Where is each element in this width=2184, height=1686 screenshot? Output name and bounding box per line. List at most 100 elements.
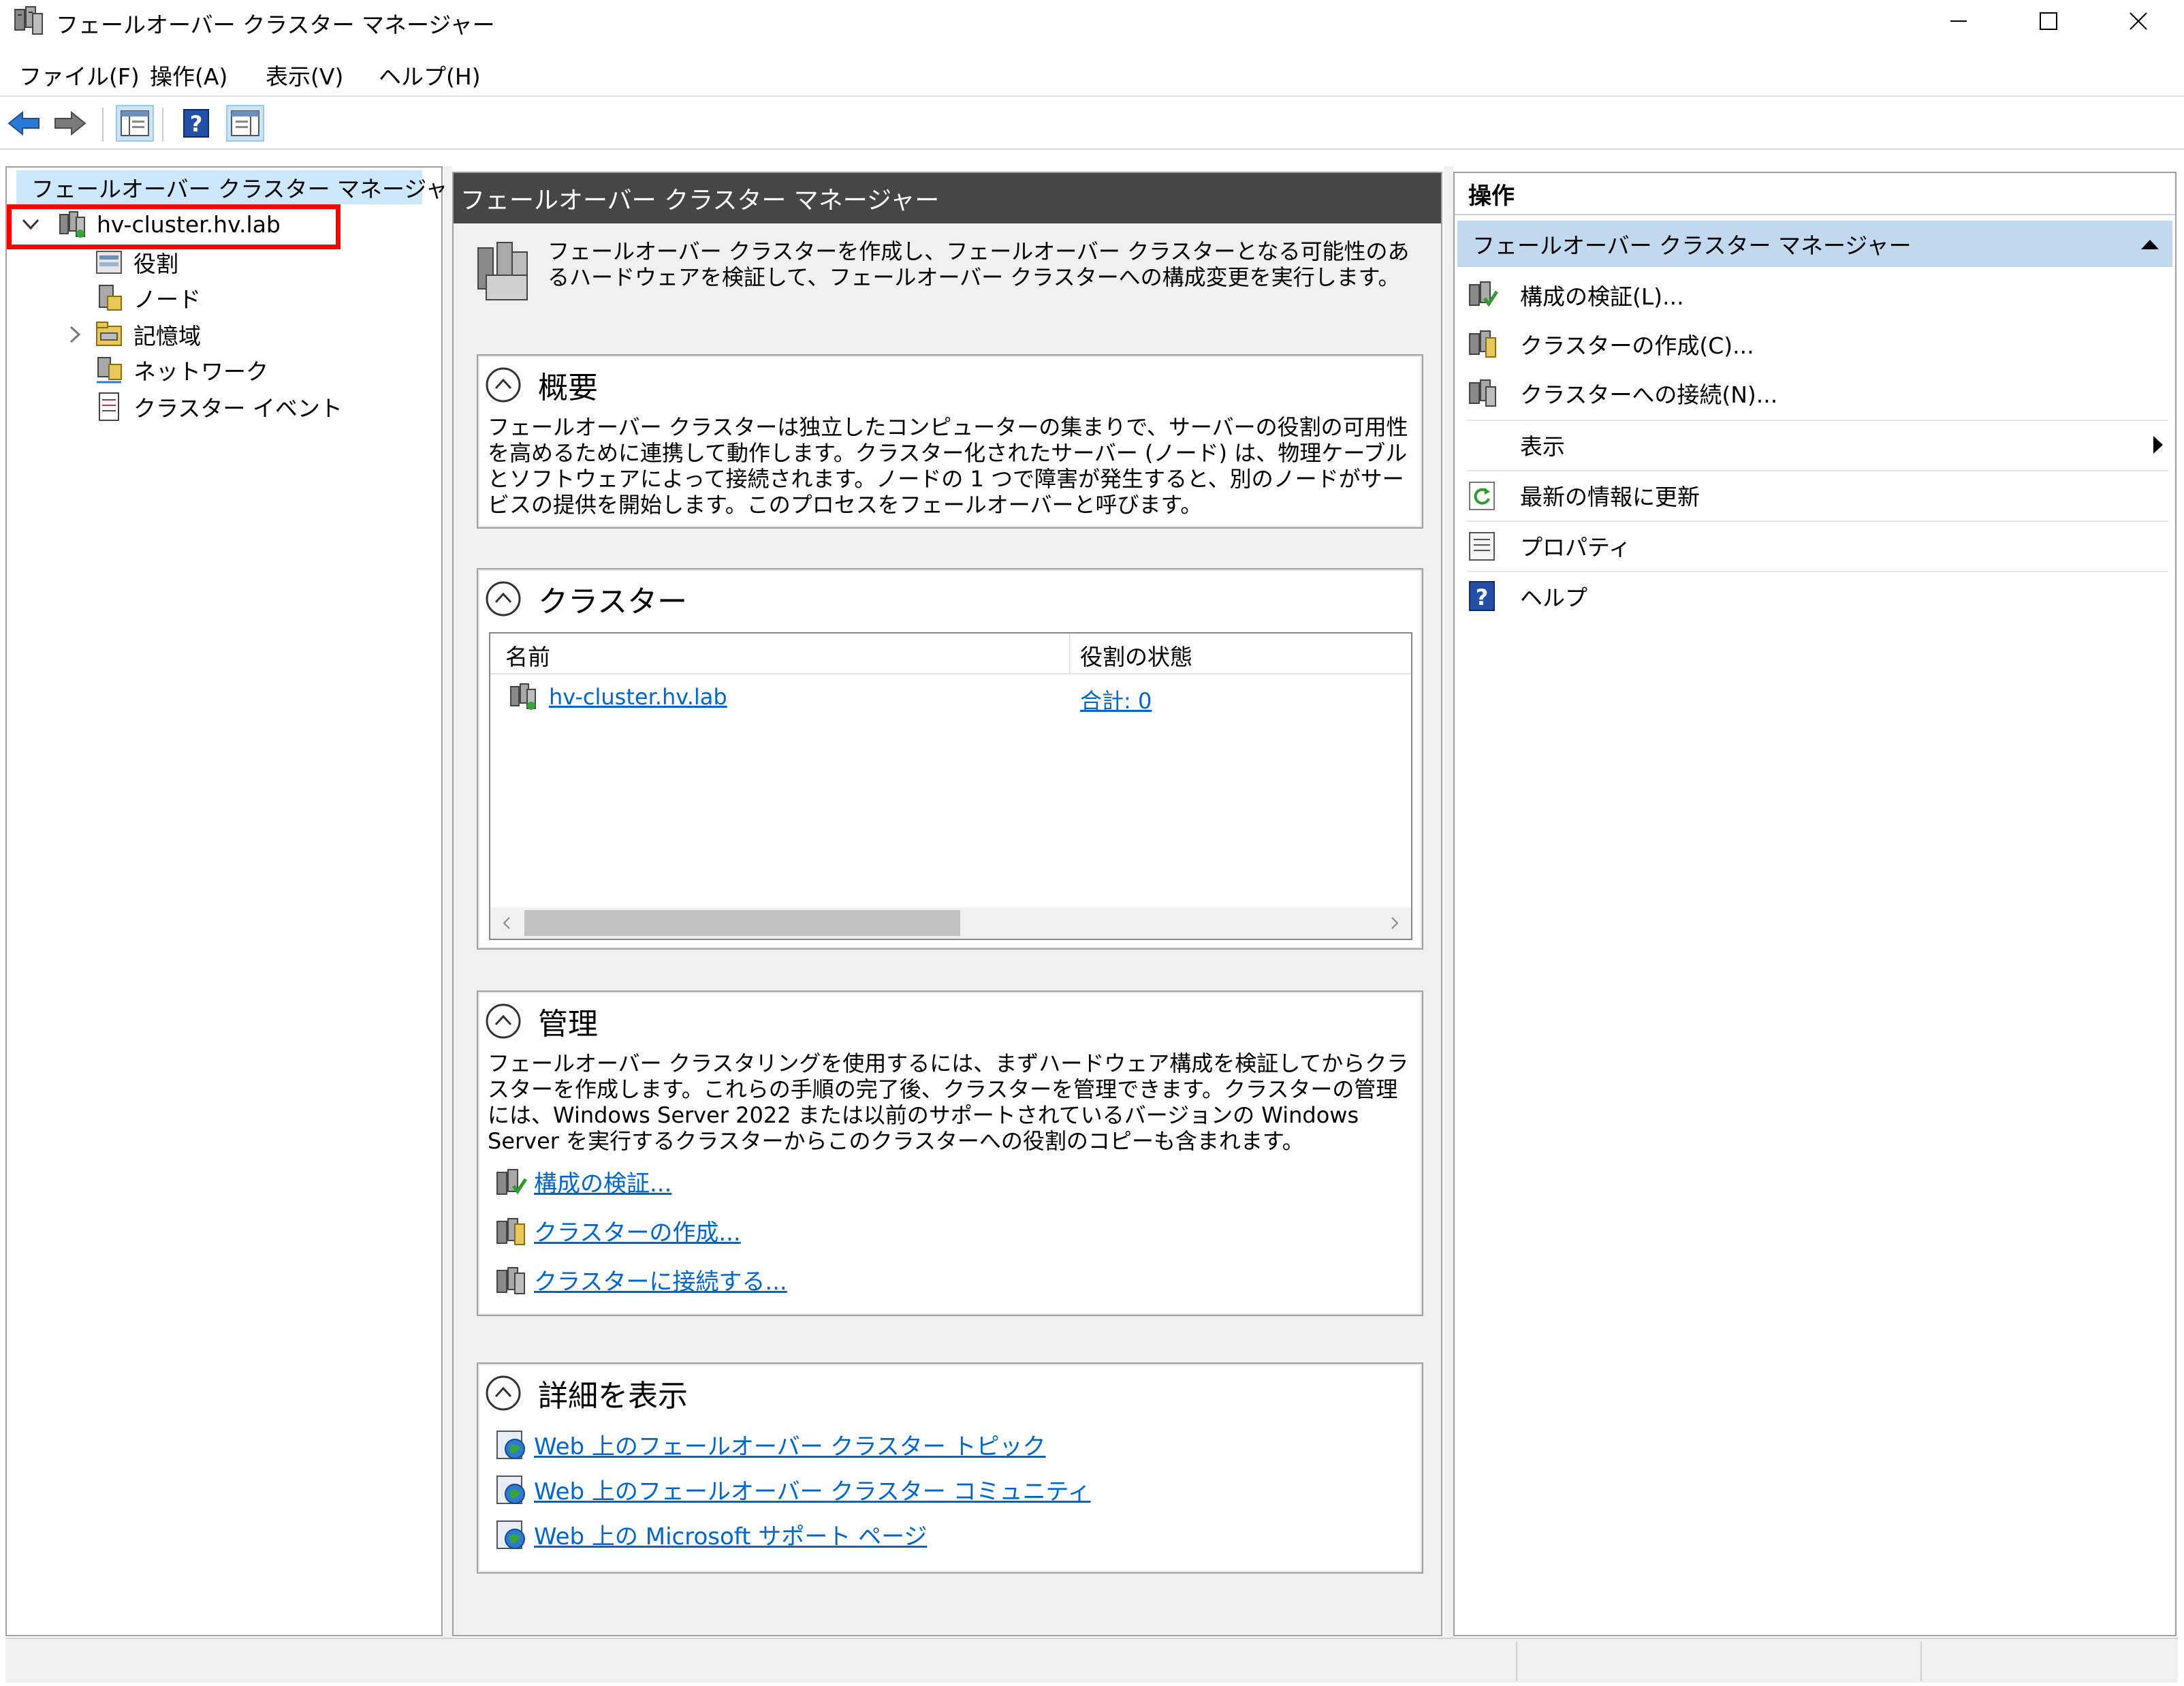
splitter-left[interactable] <box>444 166 452 1638</box>
collapse-up-icon[interactable] <box>485 1375 522 1411</box>
create-cluster-link[interactable]: クラスターの作成... <box>534 1214 741 1247</box>
close-button[interactable] <box>2091 0 2184 42</box>
connect-cluster-link[interactable]: クラスターに接続する... <box>534 1263 787 1296</box>
cluster-name-link[interactable]: hv-cluster.hv.lab <box>549 684 727 710</box>
action-refresh[interactable]: 最新の情報に更新 <box>1467 471 2168 519</box>
tree-item-nodes[interactable]: ノード <box>94 281 201 315</box>
menu-view[interactable]: 表示(V) <box>266 59 343 91</box>
web-topics-link-row[interactable]: Web 上のフェールオーバー クラスター トピック <box>494 1428 1046 1461</box>
action-label: 最新の情報に更新 <box>1520 484 1700 510</box>
show-hide-action-pane-button[interactable] <box>226 105 264 142</box>
help-button[interactable]: ? <box>177 105 215 142</box>
validate-icon <box>496 1168 527 1195</box>
minimize-button[interactable] <box>1912 0 2006 42</box>
action-label: ヘルプ <box>1520 584 1587 611</box>
roles-icon <box>96 251 122 274</box>
overview-header[interactable]: 概要 <box>485 362 598 407</box>
more-info-header[interactable]: 詳細を表示 <box>485 1371 688 1416</box>
clusters-title: クラスター <box>538 584 688 619</box>
window-title: フェールオーバー クラスター マネージャー <box>56 12 495 38</box>
web-topics-link[interactable]: Web 上のフェールオーバー クラスター トピック <box>534 1428 1046 1461</box>
results-pane-header: フェールオーバー クラスター マネージャー <box>454 173 1441 223</box>
action-label: 構成の検証(L)... <box>1520 283 1684 310</box>
action-view[interactable]: 表示 <box>1467 421 2168 469</box>
collapse-up-icon[interactable] <box>485 1003 522 1040</box>
web-support-link[interactable]: Web 上の Microsoft サポート ページ <box>534 1518 927 1551</box>
back-arrow-icon <box>7 110 39 136</box>
management-title: 管理 <box>538 1007 598 1042</box>
management-header[interactable]: 管理 <box>485 999 598 1044</box>
help-icon: ? <box>1469 581 1495 611</box>
table-row[interactable]: hv-cluster.hv.lab 合計: 0 <box>490 676 1411 718</box>
tree-item-label: ネットワーク <box>133 358 268 385</box>
minimize-icon <box>1950 20 1967 22</box>
clusters-header[interactable]: クラスター <box>485 576 687 621</box>
splitter-right[interactable] <box>1444 166 1453 1638</box>
menu-file[interactable]: ファイル(F) <box>19 59 140 91</box>
validate-config-link-row[interactable]: 構成の検証... <box>494 1165 671 1198</box>
menu-help[interactable]: ヘルプ(H) <box>379 59 481 91</box>
clusters-list: 名前 役割の状態 hv-cluster.hv.lab 合計: 0 <box>489 632 1412 940</box>
chevron-right-icon[interactable] <box>64 324 84 345</box>
networks-icon <box>97 357 122 384</box>
more-info-title: 詳細を表示 <box>538 1379 688 1414</box>
web-community-link-row[interactable]: Web 上のフェールオーバー クラスター コミュニティ <box>494 1473 1091 1506</box>
action-validate-config[interactable]: 構成の検証(L)... <box>1467 271 2168 319</box>
svg-text:?: ? <box>190 111 203 137</box>
overview-title: 概要 <box>538 371 598 405</box>
overview-text: フェールオーバー クラスターは独立したコンピューターの集まりで、サーバーの役割の… <box>488 414 1408 518</box>
action-create-cluster[interactable]: クラスターの作成(C)... <box>1467 320 2168 368</box>
help-icon: ? <box>183 109 209 138</box>
scrollbar-thumb[interactable] <box>524 910 960 936</box>
connect-cluster-icon <box>1469 379 1496 407</box>
scroll-right-icon[interactable] <box>1388 916 1402 930</box>
column-header-name[interactable]: 名前 <box>505 639 550 672</box>
action-label: プロパティ <box>1520 534 1632 561</box>
actions-group-label: フェールオーバー クラスター マネージャー <box>1472 232 1912 259</box>
web-community-link[interactable]: Web 上のフェールオーバー クラスター コミュニティ <box>534 1473 1091 1506</box>
web-support-link-row[interactable]: Web 上の Microsoft サポート ページ <box>494 1518 927 1551</box>
close-icon <box>2130 12 2147 30</box>
connect-cluster-link-row[interactable]: クラスターに接続する... <box>494 1263 787 1296</box>
collapse-up-icon[interactable] <box>485 366 522 403</box>
scroll-left-icon[interactable] <box>500 916 513 930</box>
tree-item-label: 役割 <box>133 251 178 277</box>
tree-item-cluster-events[interactable]: クラスター イベント <box>94 390 343 424</box>
web-globe-icon <box>496 1475 525 1504</box>
action-help[interactable]: ? ヘルプ <box>1467 572 2168 620</box>
action-label: クラスターの作成(C)... <box>1520 332 1754 359</box>
action-connect-cluster[interactable]: クラスターへの接続(N)... <box>1467 369 2168 417</box>
back-button[interactable] <box>5 105 44 142</box>
app-window: フェールオーバー クラスター マネージャー ファイル(F) 操作(A) 表示(V… <box>0 0 2184 1686</box>
clusters-section: クラスター 名前 役割の状態 hv-cluster.hv.lab 合計: 0 <box>477 568 1423 950</box>
actions-group-header[interactable]: フェールオーバー クラスター マネージャー <box>1457 221 2172 267</box>
overview-section: 概要 フェールオーバー クラスターは独立したコンピューターの集まりで、サーバーの… <box>477 354 1423 529</box>
maximize-icon <box>2040 12 2057 30</box>
web-globe-icon <box>496 1520 525 1549</box>
collapse-up-icon[interactable] <box>485 580 522 617</box>
action-properties[interactable]: プロパティ <box>1467 522 2168 569</box>
maximize-button[interactable] <box>2001 0 2095 42</box>
column-header-role-status[interactable]: 役割の状態 <box>1080 639 1192 672</box>
menu-bar: ファイル(F) 操作(A) 表示(V) ヘルプ(H) <box>0 52 2184 97</box>
title-bar: フェールオーバー クラスター マネージャー <box>0 0 2184 42</box>
action-label: クラスターへの接続(N)... <box>1520 381 1778 408</box>
collapse-triangle-icon[interactable] <box>2140 237 2160 251</box>
column-separator[interactable] <box>1069 634 1071 674</box>
tree-item-label: ノード <box>133 286 201 313</box>
cluster-manager-app-icon <box>14 6 43 35</box>
toolbar-separator <box>162 108 163 142</box>
highlight-annotation-box <box>7 204 341 249</box>
role-status-link[interactable]: 合計: 0 <box>1080 684 1152 715</box>
tree-root-item[interactable]: フェールオーバー クラスター マネージャー <box>16 170 471 204</box>
create-cluster-link-row[interactable]: クラスターの作成... <box>494 1214 741 1247</box>
validate-config-link[interactable]: 構成の検証... <box>534 1165 671 1198</box>
show-hide-console-tree-button[interactable] <box>116 105 154 142</box>
tree-item-roles[interactable]: 役割 <box>94 245 178 279</box>
forward-button[interactable] <box>50 105 89 142</box>
tree-item-networks[interactable]: ネットワーク <box>94 353 268 387</box>
nodes-icon <box>99 285 122 311</box>
menu-action[interactable]: 操作(A) <box>150 59 227 91</box>
tree-item-storage[interactable]: 記憶域 <box>64 317 201 352</box>
horizontal-scrollbar[interactable] <box>490 907 1411 939</box>
